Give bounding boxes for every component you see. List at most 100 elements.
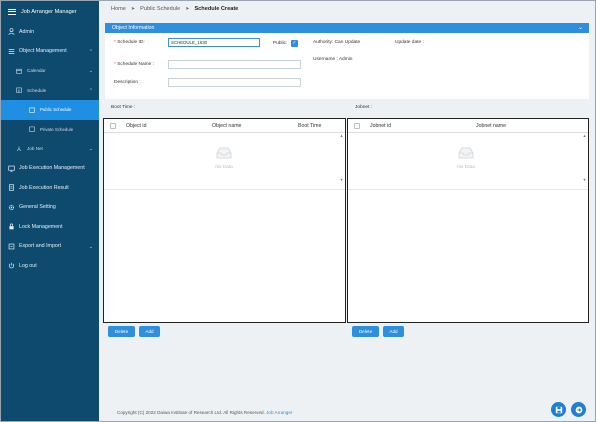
boot-time-add-button[interactable]: Add: [139, 326, 160, 337]
column-header[interactable]: Jobnet id: [370, 123, 391, 129]
gear-icon: [7, 203, 15, 211]
authority-text: Authority: Can Update: [313, 40, 361, 45]
breadcrumb-parent[interactable]: Public Schedule: [140, 6, 180, 12]
sidebar-item-job-net[interactable]: Job Net ⌄: [1, 139, 99, 159]
jobnet-delete-button[interactable]: Delete: [352, 326, 379, 337]
copyright-text: Copyright (C) 2022 Daiwa Institute of Re…: [117, 410, 265, 415]
sidebar-item-label: Calendar: [27, 68, 46, 74]
sidebar-item-label: Schedule: [27, 87, 47, 93]
schedule-id-input[interactable]: SCHEDULE_1630: [168, 38, 260, 47]
schedule-icon: [28, 106, 36, 114]
sidebar-item-public-schedule[interactable]: Public Schedule: [1, 100, 99, 120]
grid-divider: [104, 189, 345, 190]
sidebar-item-export-import[interactable]: Export and Import ⌄: [1, 237, 99, 257]
schedule-name-label: * Schedule Name :: [114, 62, 154, 67]
jobnet-grid: Jobnet id Jobnet name No Data ▲ ▼: [347, 118, 589, 323]
menu-icon[interactable]: [8, 7, 16, 16]
chevron-up-icon: ⌃: [88, 87, 93, 94]
sidebar-item-schedule[interactable]: Schedule ⌃: [1, 81, 99, 101]
boot-time-delete-button[interactable]: Delete: [108, 326, 135, 337]
column-header[interactable]: Boot Time: [298, 123, 321, 129]
calendar-icon: [15, 67, 23, 75]
description-input[interactable]: [168, 78, 301, 87]
footer-link[interactable]: Job Arranger: [266, 410, 292, 415]
empty-state: No Data: [194, 147, 254, 170]
chevron-down-icon: ⌄: [88, 146, 93, 152]
sidebar-item-label: Export and Import: [19, 243, 62, 250]
scroll-down-icon[interactable]: ▼: [339, 178, 344, 182]
user-icon: [7, 28, 15, 36]
jobnet-add-button[interactable]: Add: [383, 326, 404, 337]
sidebar-user[interactable]: Admin: [1, 22, 99, 42]
sidebar-item-logout[interactable]: Log out: [1, 256, 99, 276]
breadcrumb-current: Schedule Create: [194, 6, 239, 12]
column-header[interactable]: Object id: [126, 123, 146, 129]
sidebar-user-label: Admin: [19, 28, 35, 35]
boot-time-grid-header: Object id Object name Boot Time: [104, 119, 345, 133]
sidebar-item-label: Job Execution Result: [19, 184, 69, 191]
jobnet-label: Jobnet :: [355, 105, 373, 110]
schedule-name-input[interactable]: [168, 60, 301, 69]
empty-state-text: No Data: [457, 165, 475, 170]
empty-tray-icon: [458, 147, 474, 159]
public-label: Public:: [273, 41, 288, 46]
public-checkbox[interactable]: ✓: [291, 40, 298, 47]
select-all-checkbox[interactable]: [354, 123, 360, 129]
empty-state: No Data: [436, 147, 496, 170]
app-title: Job Arranger Manager: [21, 8, 77, 15]
save-icon: [555, 406, 562, 413]
main-content: Home ➤ Public Schedule ➤ Schedule Create…: [99, 1, 595, 421]
scroll-up-icon[interactable]: ▲: [582, 134, 587, 138]
sidebar-item-private-schedule[interactable]: Private Schedule: [1, 120, 99, 140]
sidebar-item-label: Log out: [19, 262, 37, 269]
sidebar: Job Arranger Manager Admin Object Manage…: [1, 1, 99, 421]
jobnet-icon: [15, 145, 23, 153]
column-header[interactable]: Object name: [212, 123, 241, 129]
arrow-right-icon: ➤: [185, 6, 190, 12]
sidebar-item-label: Job Execution Management: [19, 165, 85, 172]
username-text: Username : Admin: [313, 57, 353, 62]
schedule-icon: [28, 125, 36, 133]
sidebar-item-label: Private Schedule: [40, 126, 74, 132]
empty-tray-icon: [216, 147, 232, 159]
column-header[interactable]: Jobnet name: [476, 123, 506, 129]
forward-button[interactable]: [571, 402, 586, 417]
app-header: Job Arranger Manager: [1, 1, 99, 22]
monitor-icon: [7, 164, 15, 172]
save-button[interactable]: [551, 402, 566, 417]
sidebar-item-calendar[interactable]: Calendar ⌄: [1, 61, 99, 81]
chevron-down-icon[interactable]: ⌄: [578, 24, 583, 31]
breadcrumb-home[interactable]: Home: [111, 6, 126, 12]
lock-icon: [7, 223, 15, 231]
schedule-icon: [15, 86, 23, 94]
export-icon: [7, 242, 15, 250]
boot-time-grid: Object id Object name Boot Time No Data …: [103, 118, 346, 323]
sidebar-item-general-setting[interactable]: General Setting: [1, 198, 99, 218]
empty-state-text: No Data: [215, 165, 233, 170]
sidebar-item-label: General Setting: [19, 204, 56, 211]
scroll-down-icon[interactable]: ▼: [582, 178, 587, 182]
update-date-text: Update date :: [395, 40, 424, 45]
vertical-scrollbar[interactable]: ▲ ▼: [339, 134, 344, 189]
sidebar-item-label: Public Schedule: [40, 107, 72, 113]
sidebar-item-job-execution-result[interactable]: Job Execution Result: [1, 178, 99, 198]
object-information-panel: Object Information ⌄ * Schedule ID: SCHE…: [105, 23, 589, 99]
chevron-down-icon: ⌄: [88, 243, 93, 250]
scroll-up-icon[interactable]: ▲: [339, 134, 344, 138]
description-label: Description :: [114, 80, 141, 85]
sidebar-item-label: Job Net: [27, 146, 43, 152]
schedule-name-label-text: Schedule Name :: [117, 62, 154, 67]
jobnet-grid-header: Jobnet id Jobnet name: [348, 119, 588, 133]
sidebar-item-label: Lock Management: [19, 223, 63, 230]
chevron-up-icon: ⌃: [88, 48, 93, 55]
sidebar-item-job-execution-management[interactable]: Job Execution Management: [1, 159, 99, 179]
schedule-id-label-text: Schedule ID:: [117, 40, 145, 45]
sidebar-item-object-management[interactable]: Object Management ⌃: [1, 42, 99, 62]
object-information-header[interactable]: Object Information ⌄: [105, 23, 589, 33]
sidebar-item-lock-management[interactable]: Lock Management: [1, 217, 99, 237]
grid-divider: [348, 189, 588, 190]
vertical-scrollbar[interactable]: ▲ ▼: [582, 134, 587, 189]
select-all-checkbox[interactable]: [110, 123, 116, 129]
power-icon: [7, 262, 15, 270]
arrow-right-circle-icon: [575, 406, 582, 413]
